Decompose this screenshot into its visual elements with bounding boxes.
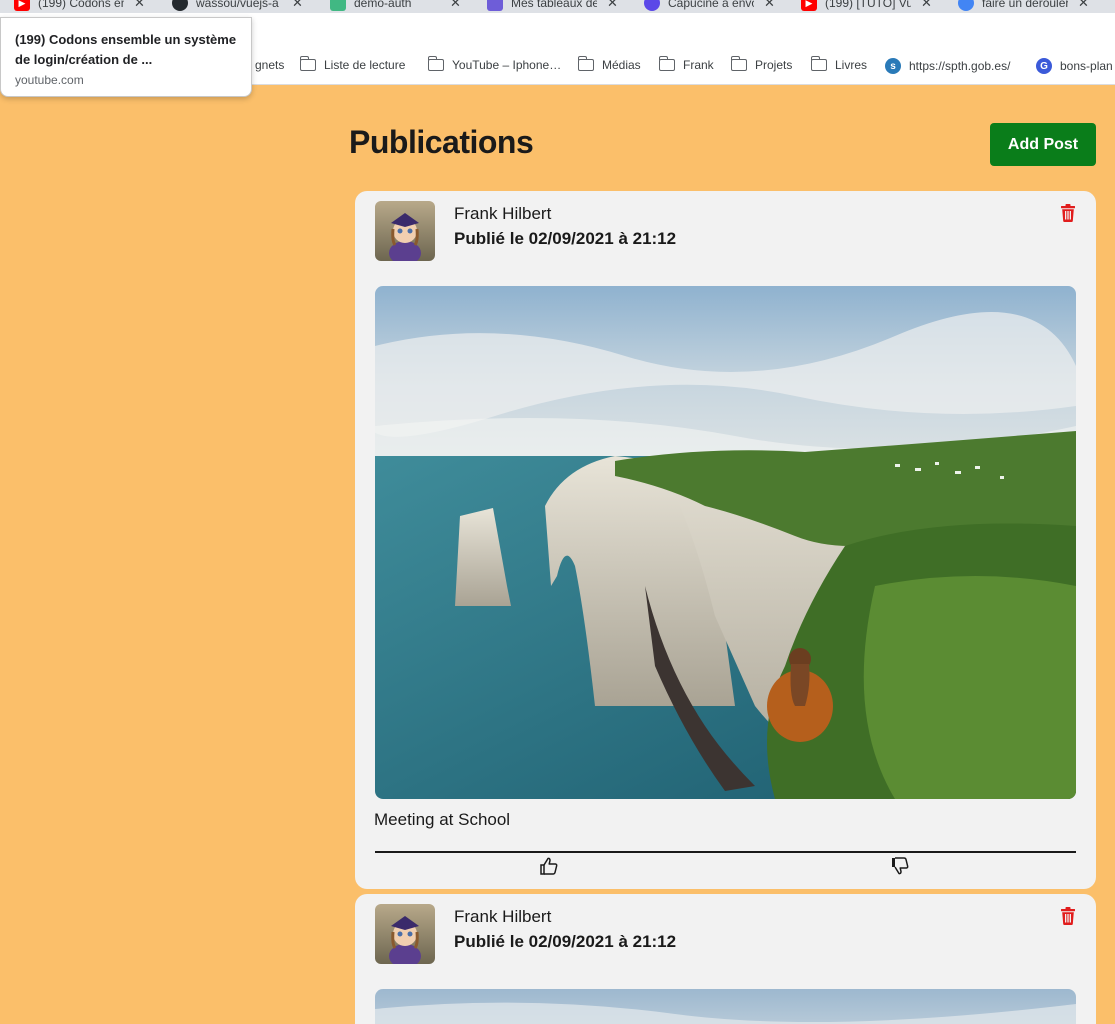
- browser-tab[interactable]: Mes tableaux de ✕: [487, 0, 618, 12]
- add-post-button[interactable]: Add Post: [990, 123, 1096, 166]
- bookmark-label: Liste de lecture: [324, 58, 406, 72]
- browser-tabstrip: ▶ (199) Codons en ✕ wassou/vuejs-a ✕ dem…: [0, 0, 1115, 13]
- trash-icon[interactable]: [1060, 204, 1076, 222]
- tooltip-title: (199) Codons ensemble un système de logi…: [15, 32, 237, 67]
- divider: [375, 851, 1076, 853]
- avatar: [375, 201, 435, 261]
- tab-hover-tooltip: (199) Codons ensemble un système de logi…: [0, 17, 252, 97]
- tab-title: Mes tableaux de: [511, 0, 597, 10]
- tab-title: (199) Codons en: [38, 0, 124, 10]
- bookmark-folder[interactable]: Projets: [730, 56, 793, 72]
- bookmark-folder[interactable]: YouTube – Iphone…: [427, 56, 562, 72]
- browser-tab[interactable]: wassou/vuejs-a ✕: [172, 0, 303, 12]
- bookmark-item[interactable]: s https://spth.gob.es/: [885, 58, 1010, 74]
- bookmark-label: Médias: [602, 58, 641, 72]
- youtube-icon: ▶: [801, 0, 817, 11]
- tab-title: faire un dérouler: [982, 0, 1068, 10]
- post-caption: Meeting at School: [374, 810, 511, 829]
- post-date: Publié le 02/09/2021 à 21:12: [454, 932, 677, 951]
- thumbs-down-icon[interactable]: [891, 857, 909, 875]
- bookmark-folder[interactable]: Médias: [577, 56, 641, 72]
- close-icon[interactable]: ✕: [607, 0, 618, 11]
- post-card: Frank Hilbert Publié le 02/09/2021 à 21:…: [355, 191, 1096, 889]
- google-icon: [958, 0, 974, 11]
- tab-title: (199) [TUTO] Vu: [825, 0, 911, 10]
- bookmark-label: YouTube – Iphone…: [452, 58, 562, 72]
- browser-tab[interactable]: ▶ (199) Codons en ✕: [14, 0, 145, 12]
- thumbs-up-icon[interactable]: [540, 857, 558, 875]
- bookmark-label: Frank: [683, 58, 714, 72]
- close-icon[interactable]: ✕: [1078, 0, 1089, 11]
- bookmark-folder[interactable]: Liste de lecture: [299, 56, 406, 72]
- folder-icon: [730, 56, 747, 71]
- bookmark-label: Livres: [835, 58, 868, 72]
- browser-tab[interactable]: demo-auth ✕: [330, 0, 461, 12]
- bookmark-label: Projets: [755, 58, 793, 72]
- close-icon[interactable]: ✕: [134, 0, 145, 11]
- folder-icon: [810, 56, 827, 71]
- bookmark-folder[interactable]: Livres: [810, 56, 868, 72]
- tab-title: demo-auth: [354, 0, 412, 10]
- avatar: [375, 904, 435, 964]
- tab-title: Capucine a envo: [668, 0, 754, 10]
- bookmark-item[interactable]: gnets: [255, 58, 284, 72]
- trash-icon[interactable]: [1060, 907, 1076, 925]
- page-title: Publications: [349, 124, 534, 160]
- close-icon[interactable]: ✕: [764, 0, 775, 11]
- spth-icon: s: [885, 58, 901, 74]
- close-icon[interactable]: ✕: [921, 0, 932, 11]
- post-author: Frank Hilbert: [454, 204, 552, 223]
- folder-icon: [658, 56, 675, 71]
- folder-icon: [577, 56, 594, 71]
- tab-title: wassou/vuejs-a: [196, 0, 279, 10]
- bookmark-item[interactable]: G bons-plan: [1036, 58, 1113, 74]
- bookmark-folder[interactable]: Frank: [658, 56, 714, 72]
- vue-icon: [330, 0, 346, 11]
- post-date: Publié le 02/09/2021 à 21:12: [454, 229, 677, 248]
- github-icon: [172, 0, 188, 11]
- folder-icon: [299, 56, 316, 71]
- close-icon[interactable]: ✕: [450, 0, 461, 11]
- browser-tab[interactable]: ▶ (199) [TUTO] Vu ✕: [801, 0, 932, 12]
- bookmark-label: bons-plan: [1060, 59, 1113, 73]
- browser-tab[interactable]: faire un dérouler ✕: [958, 0, 1089, 12]
- trello-icon: [487, 0, 503, 11]
- browser-tab[interactable]: Capucine a envo ✕: [644, 0, 775, 12]
- post-author: Frank Hilbert: [454, 907, 552, 926]
- post-image: [375, 286, 1076, 799]
- bons-plan-icon: G: [1036, 58, 1052, 74]
- close-icon[interactable]: ✕: [292, 0, 303, 11]
- post-card: Frank Hilbert Publié le 02/09/2021 à 21:…: [355, 894, 1096, 1024]
- messenger-icon: [644, 0, 660, 11]
- bookmark-label: gnets: [255, 58, 285, 72]
- bookmark-label: https://spth.gob.es/: [909, 59, 1011, 73]
- post-image: [375, 989, 1076, 1024]
- folder-icon: [427, 56, 444, 71]
- youtube-icon: ▶: [14, 0, 30, 11]
- tooltip-url: youtube.com: [15, 73, 84, 87]
